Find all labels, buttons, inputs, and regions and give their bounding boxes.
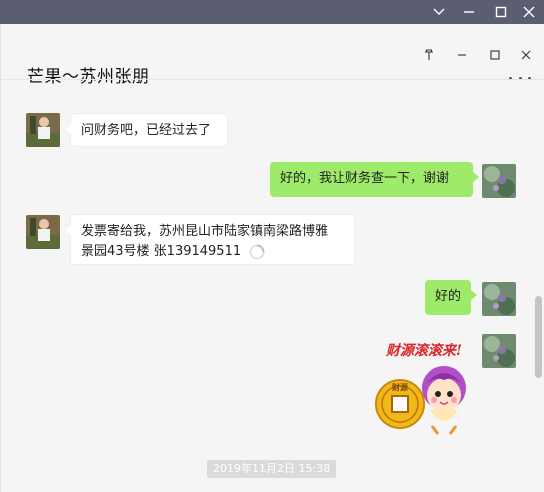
close-icon[interactable] (514, 46, 538, 64)
self-avatar[interactable] (482, 334, 516, 368)
message-text: 问财务吧，已经过去了 (81, 123, 212, 138)
maximize-icon[interactable] (483, 46, 507, 64)
close-icon[interactable] (514, 0, 544, 24)
contact-avatar[interactable] (26, 113, 60, 147)
more-options-icon[interactable] (509, 72, 531, 84)
pin-icon[interactable] (417, 46, 441, 64)
message-bubble-received[interactable]: 问财务吧，已经过去了 (65, 113, 228, 147)
message-text-line: 发票寄给我，苏州昆山市陆家镇南梁路博雅 (81, 224, 329, 239)
message-timestamp: 2019年11月2日 15:38 (207, 460, 337, 478)
chat-title: 芒果～苏州张朋 (27, 67, 150, 87)
maximize-icon[interactable] (486, 0, 516, 24)
message-bubble-sent[interactable]: 好的 (425, 280, 477, 315)
contact-avatar[interactable] (26, 215, 60, 249)
message-text: 好的 (435, 289, 462, 304)
minimize-icon[interactable] (450, 46, 474, 64)
minimize-icon[interactable] (454, 0, 484, 24)
sticker-message[interactable]: 财源滚滚来! 财源 (374, 340, 474, 436)
chevron-down-icon[interactable] (424, 0, 454, 24)
message-bubble-received[interactable]: 发票寄给我，苏州昆山市陆家镇南梁路博雅 景园43号楼 张139149511 (65, 214, 355, 265)
header-divider (0, 79, 544, 80)
loading-spinner-icon (249, 244, 265, 260)
sticker-coin-text: 财源 (392, 383, 408, 392)
scrollbar-thumb[interactable] (535, 296, 542, 378)
message-text-line: 景园43号楼 张139149511 (81, 244, 242, 259)
message-text: 好的，我让财务查一下，谢谢 (280, 171, 450, 186)
self-avatar[interactable] (482, 164, 516, 198)
outer-title-bar (0, 0, 544, 24)
self-avatar[interactable] (482, 282, 516, 316)
message-bubble-sent[interactable]: 好的，我让财务查一下，谢谢 (270, 162, 479, 197)
